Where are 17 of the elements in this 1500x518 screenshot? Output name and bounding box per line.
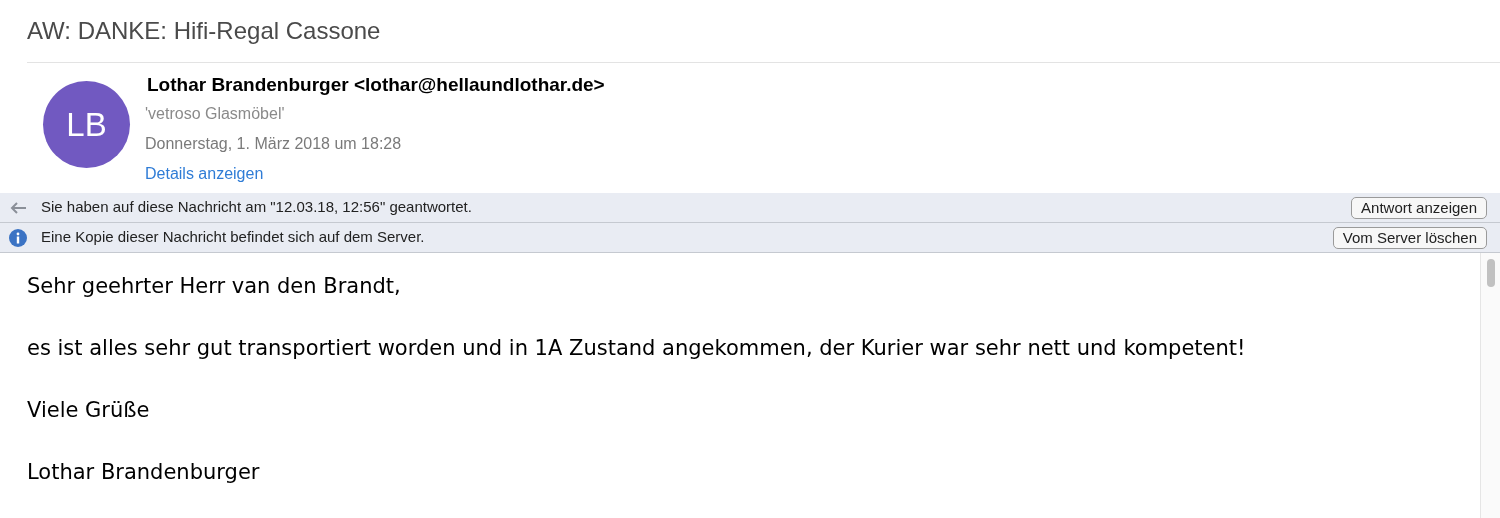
avatar: LB [43, 81, 130, 168]
recipient: 'vetroso Glasmöbel' [145, 104, 286, 124]
details-link[interactable]: Details anzeigen [145, 158, 605, 190]
message-paragraph: Lothar Brandenburger [27, 459, 261, 486]
notification-button[interactable]: Vom Server löschen [1332, 226, 1487, 249]
email-subject: AW: DANKE: Hifi-Regal Cassone [26, 16, 382, 46]
notification-text: Sie haben auf diese Nachricht am "12.03.18, 12:56" geantwortet. [41, 197, 472, 218]
scrollbar-thumb[interactable] [1486, 259, 1495, 287]
date: Donnerstag, 1. März 2018 um 18:28 [145, 134, 403, 154]
message-paragraph: Sehr geehrter Herr van den Brandt, [27, 273, 402, 300]
message-paragraph: Viele Grüße [27, 397, 151, 424]
notification-text: Eine Kopie dieser Nachricht befindet sich auf dem Server. [41, 227, 425, 248]
back-arrow-icon [9, 200, 27, 215]
message-paragraph: es ist alles sehr gut transportiert worden und in 1A Zustand angekommen, der Kurier war sehr nett und kompetent! [27, 335, 1247, 362]
notification-button[interactable]: Antwort anzeigen [1351, 196, 1487, 219]
info-icon [9, 228, 27, 247]
sender: Lothar Brandenburger <lothar@hellaundlothar.de> [147, 73, 605, 97]
